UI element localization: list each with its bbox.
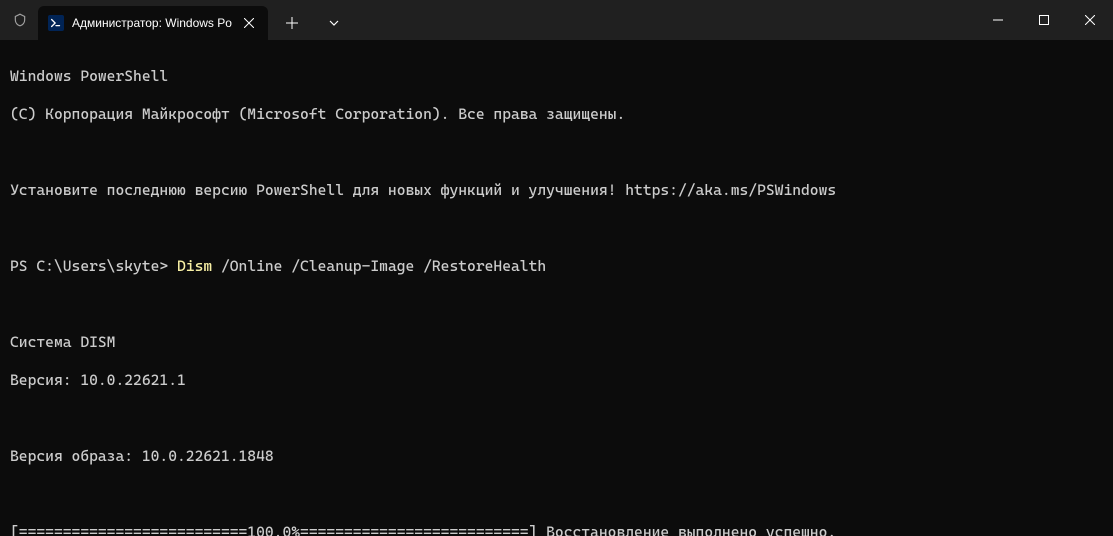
output-blank — [10, 295, 1103, 314]
output-blank — [10, 485, 1103, 504]
output-line: Cистема DISM — [10, 333, 1103, 352]
active-tab[interactable]: Администратор: Windows Po — [38, 6, 268, 40]
output-blank — [10, 409, 1103, 428]
maximize-button[interactable] — [1021, 0, 1067, 40]
titlebar-drag-area[interactable] — [352, 0, 975, 40]
command-name: Dism — [177, 257, 212, 275]
window-controls — [975, 0, 1113, 40]
terminal-content[interactable]: Windows PowerShell (C) Корпорация Майкро… — [0, 40, 1113, 536]
minimize-button[interactable] — [975, 0, 1021, 40]
tab-close-button[interactable] — [240, 14, 258, 32]
titlebar: Администратор: Windows Po — [0, 0, 1113, 40]
prompt: PS C:\Users\skyte> — [10, 257, 177, 275]
command-line: PS C:\Users\skyte> Dism /Online /Cleanup… — [10, 257, 1103, 276]
output-line: Установите последнюю версию PowerShell д… — [10, 181, 1103, 200]
tab-title: Администратор: Windows Po — [72, 16, 232, 30]
output-blank — [10, 219, 1103, 238]
powershell-icon — [48, 15, 64, 31]
output-line: (C) Корпорация Майкрософт (Microsoft Cor… — [10, 105, 1103, 124]
output-line: Версия образа: 10.0.22621.1848 — [10, 447, 1103, 466]
output-line: Версия: 10.0.22621.1 — [10, 371, 1103, 390]
progress-line: [==========================100.0%=======… — [10, 523, 1103, 536]
close-window-button[interactable] — [1067, 0, 1113, 40]
tab-dropdown-button[interactable] — [316, 6, 352, 40]
output-line: Windows PowerShell — [10, 67, 1103, 86]
titlebar-left: Администратор: Windows Po — [0, 0, 352, 40]
shield-icon — [12, 12, 28, 28]
command-args: /Online /Cleanup-Image /RestoreHealth — [212, 257, 546, 275]
output-blank — [10, 143, 1103, 162]
new-tab-button[interactable] — [274, 6, 310, 40]
